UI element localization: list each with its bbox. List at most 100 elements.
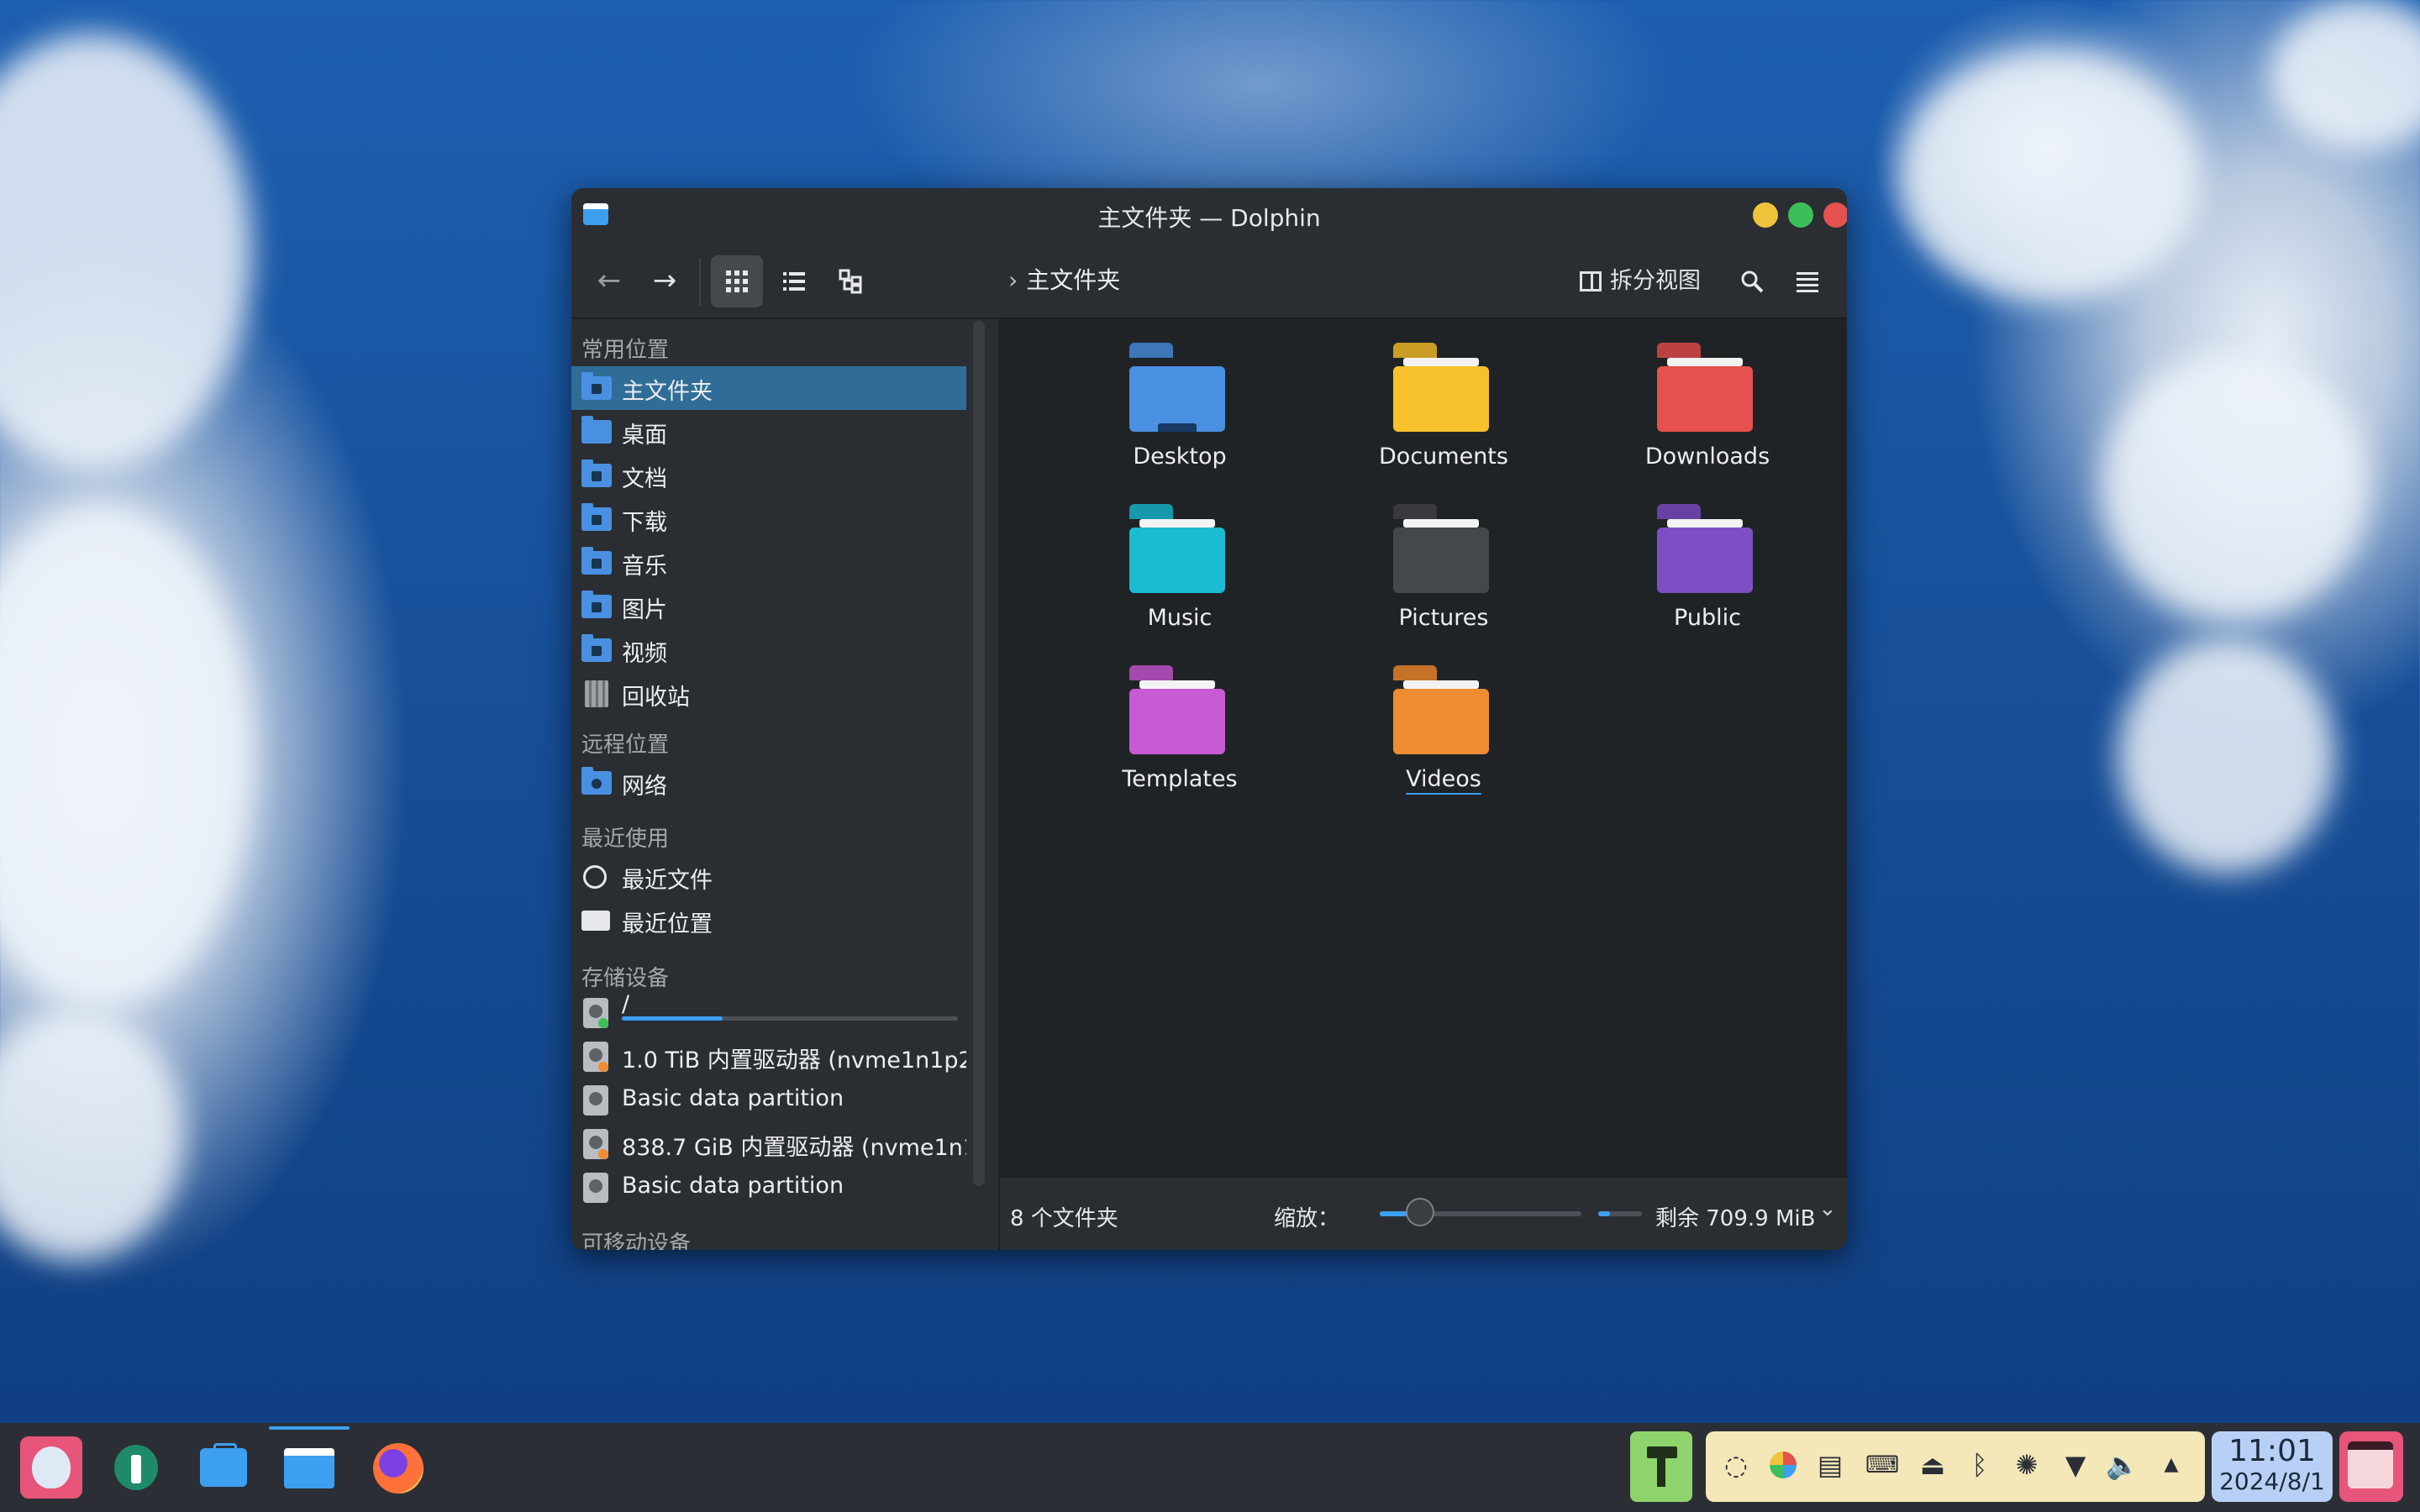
back-button[interactable]: ←: [583, 255, 635, 307]
device-item-nvme1n1[interactable]: 838.7 GiB 内置驱动器 (nvme1n1...: [571, 1122, 966, 1166]
videos-folder-icon: [581, 634, 612, 662]
music-folder-icon: [581, 547, 612, 575]
folder-icon: [1393, 343, 1489, 432]
clock-time: 11:01: [2228, 1434, 2316, 1468]
brightness-icon[interactable]: ✺: [2010, 1448, 2044, 1482]
trash-icon: [585, 680, 608, 707]
places-item-network[interactable]: 网络: [571, 761, 966, 805]
maximize-button[interactable]: [1788, 202, 1813, 228]
zoom-slider[interactable]: [1380, 1198, 1581, 1226]
search-icon: [1741, 270, 1764, 293]
software-center-icon[interactable]: [192, 1436, 254, 1499]
folder-templates[interactable]: Templates: [1079, 660, 1281, 811]
folder-icon: [1657, 343, 1753, 432]
show-desktop-button[interactable]: [2339, 1431, 2403, 1502]
device-item-basic-data-2[interactable]: Basic data partition: [571, 1166, 966, 1210]
hard-drive-icon: [583, 1173, 608, 1203]
pager-widget[interactable]: [1630, 1431, 1692, 1502]
folder-videos[interactable]: Videos: [1343, 660, 1544, 811]
chevron-down-icon[interactable]: ⌄: [1818, 1196, 1837, 1221]
zoom-slider-handle[interactable]: [1406, 1198, 1434, 1226]
folder-icon: [1393, 665, 1489, 754]
tray-expand-icon[interactable]: ▲: [2154, 1448, 2188, 1482]
bluetooth-icon[interactable]: ᛒ: [1963, 1448, 1996, 1482]
dolphin-taskbar-icon[interactable]: [277, 1436, 339, 1499]
breadcrumb-home[interactable]: 主文件夹: [1026, 266, 1120, 294]
active-task-indicator: [269, 1426, 350, 1430]
discover-store-icon[interactable]: [104, 1436, 166, 1499]
places-item-downloads[interactable]: 下载: [571, 497, 966, 541]
split-view-button[interactable]: 拆分视图: [1580, 262, 1701, 295]
close-button[interactable]: [1823, 202, 1847, 228]
folder-name: Videos: [1406, 766, 1481, 792]
folder-public[interactable]: Public: [1607, 499, 1808, 650]
folder-icon: [1129, 504, 1225, 593]
chevron-right-icon: ›: [1008, 266, 1018, 294]
places-item-recent-files[interactable]: 最近文件: [571, 855, 966, 899]
clipboard-icon[interactable]: ▤: [1813, 1448, 1847, 1482]
device-item-nvme1n1p2[interactable]: 1.0 TiB 内置驱动器 (nvme1n1p2): [571, 1035, 966, 1079]
places-item-recent-locations[interactable]: 最近位置: [571, 899, 966, 942]
title-bar[interactable]: 主文件夹 — Dolphin: [571, 188, 1847, 240]
hamburger-menu-button[interactable]: [1781, 255, 1833, 307]
section-removable: 可移动设备: [581, 1231, 692, 1250]
list-view-icon: [783, 272, 805, 291]
hard-drive-icon: [583, 1085, 608, 1116]
status-bar: 8 个文件夹 缩放： 剩余 709.9 MiB ⌄: [1000, 1176, 1847, 1250]
brush-icon: [1647, 1446, 1677, 1458]
file-icon-view[interactable]: Desktop Documents Downloads Music Pictur…: [1000, 319, 1847, 1176]
volume-icon[interactable]: 🔈: [2106, 1448, 2139, 1482]
icons-view-button[interactable]: [711, 255, 763, 307]
folder-desktop[interactable]: Desktop: [1079, 338, 1281, 489]
folder-name: Downloads: [1644, 444, 1770, 470]
device-item-basic-data-1[interactable]: Basic data partition: [571, 1079, 966, 1122]
places-item-videos[interactable]: 视频: [571, 628, 966, 672]
folder-count: 8 个文件夹: [1010, 1206, 1118, 1231]
tree-view-button[interactable]: [825, 255, 877, 307]
dolphin-window: 主文件夹 — Dolphin ← → › 主文件夹 拆分视图 常用位置 主文件夹…: [571, 188, 1847, 1250]
places-item-desktop[interactable]: 桌面: [571, 410, 966, 454]
folder-name: Desktop: [1133, 444, 1227, 470]
folder-pictures[interactable]: Pictures: [1343, 499, 1544, 650]
launcher-icon[interactable]: [20, 1436, 82, 1499]
toolbar-separator: [699, 259, 701, 306]
arrow-left-icon: ←: [597, 264, 622, 297]
palette-icon[interactable]: [1766, 1448, 1800, 1482]
breadcrumb[interactable]: › 主文件夹: [1008, 262, 1120, 296]
places-item-trash[interactable]: 回收站: [571, 672, 966, 716]
split-view-icon: [1580, 271, 1602, 291]
places-item-pictures[interactable]: 图片: [571, 585, 966, 628]
hard-drive-icon: [583, 1042, 608, 1072]
folder-icon: [1657, 504, 1753, 593]
update-icon[interactable]: ◌: [1719, 1448, 1753, 1482]
places-item-music[interactable]: 音乐: [571, 541, 966, 585]
device-item-root[interactable]: /: [571, 991, 966, 1035]
places-item-home[interactable]: 主文件夹: [571, 366, 966, 410]
search-button[interactable]: [1726, 255, 1778, 307]
free-space-bar: [1598, 1211, 1642, 1216]
details-view-button[interactable]: [768, 255, 820, 307]
eject-icon[interactable]: ⏏: [1916, 1448, 1949, 1482]
minimize-button[interactable]: [1753, 202, 1778, 228]
keyboard-icon[interactable]: ⌨: [1865, 1448, 1899, 1482]
split-view-label: 拆分视图: [1610, 268, 1701, 294]
toolbar: ← → › 主文件夹 拆分视图: [571, 240, 1847, 319]
folder-downloads[interactable]: Downloads: [1607, 338, 1808, 489]
folder-documents[interactable]: Documents: [1343, 338, 1544, 489]
places-item-documents[interactable]: 文档: [571, 454, 966, 497]
hamburger-menu-icon: [1797, 272, 1818, 292]
folder-icon: [1129, 665, 1225, 754]
digital-clock[interactable]: 11:01 2024/8/1: [2212, 1431, 2333, 1502]
sidebar-scrollbar[interactable]: [973, 321, 985, 1186]
forward-button[interactable]: →: [639, 255, 691, 307]
home-folder-icon: [581, 372, 612, 400]
wifi-icon[interactable]: ▼: [2059, 1448, 2092, 1482]
firefox-icon[interactable]: [366, 1436, 429, 1499]
grid-view-icon: [726, 270, 748, 292]
folder-music[interactable]: Music: [1079, 499, 1281, 650]
folder-icon: [1393, 504, 1489, 593]
clock-date: 2024/8/1: [2219, 1467, 2325, 1495]
free-space-label[interactable]: 剩余 709.9 MiB: [1655, 1201, 1815, 1232]
clock-icon: [583, 865, 607, 889]
section-places: 常用位置: [581, 338, 670, 363]
